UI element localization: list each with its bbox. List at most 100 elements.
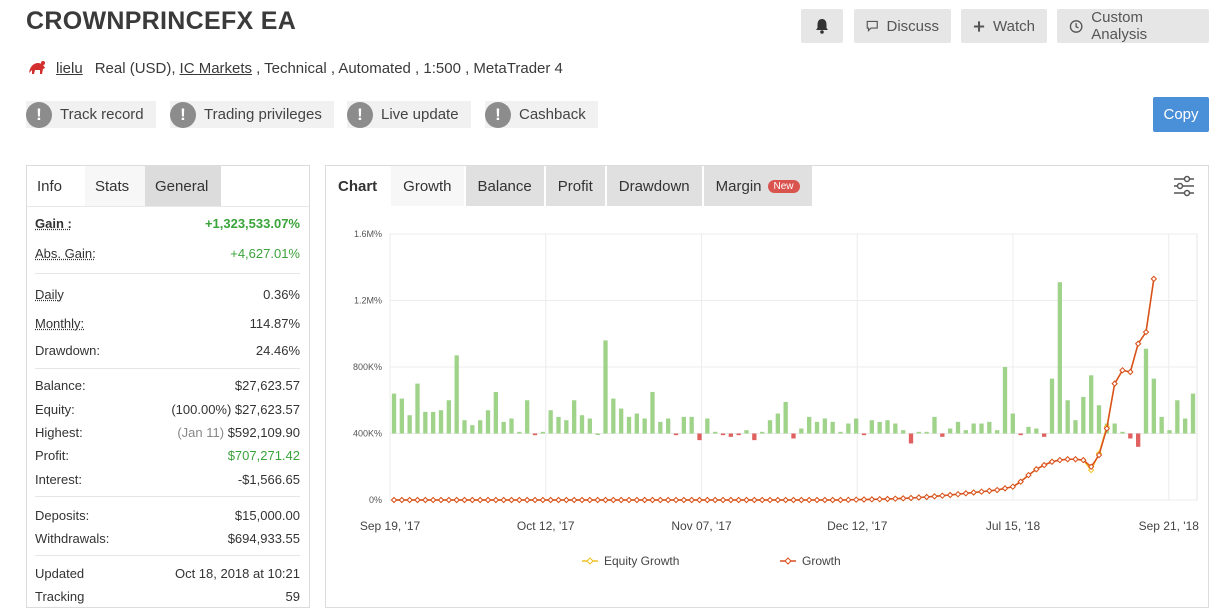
tab-growth[interactable]: Growth [391, 166, 464, 206]
bell-icon [816, 19, 828, 34]
chart-bar [525, 400, 530, 434]
chart-bar [948, 428, 953, 434]
chart-bar [681, 416, 686, 434]
page-title: CROWNPRINCEFX EA [26, 7, 297, 35]
stat-tracking: Tracking 59 [35, 589, 300, 604]
clock-icon [1069, 19, 1083, 33]
chart-bar [838, 431, 843, 434]
stat-value: +4,627.01% [230, 246, 300, 261]
stat-withdrawals: Withdrawals: $694,933.55 [35, 531, 300, 546]
account-type: Real (USD), [94, 59, 176, 77]
broker-link[interactable]: IC Markets [180, 60, 253, 77]
badge-label: Live update [381, 106, 459, 123]
chart-bar [423, 411, 428, 434]
stat-label[interactable]: Monthly: [35, 316, 84, 331]
chart-bar [979, 423, 984, 434]
stat-value: $694,933.55 [227, 531, 300, 546]
chart-bar [916, 431, 921, 434]
chart-bar [626, 416, 632, 434]
chart-bar [1010, 413, 1015, 434]
chart-bar [846, 423, 851, 434]
chart-bar [658, 421, 663, 434]
chart-bar [955, 421, 961, 434]
chart-bar [478, 420, 483, 434]
custom-analysis-label: Custom Analysis [1091, 9, 1148, 43]
badge-label: Track record [60, 106, 144, 123]
chart-bar [532, 433, 538, 436]
chart-bar [603, 340, 608, 434]
stat-label[interactable]: Daily [35, 287, 64, 302]
chart-bar [720, 433, 726, 436]
chart-bar [579, 415, 585, 434]
chart-bar [783, 401, 788, 434]
stat-profit: Profit: $707,271.42 [35, 448, 300, 463]
y-tick-label: 800K% [353, 362, 382, 372]
chart-bar [454, 355, 459, 434]
tab-chart[interactable]: Chart [326, 166, 390, 206]
chart-bar [673, 433, 679, 436]
chart-bar [940, 433, 945, 437]
stat-label: Deposits: [35, 508, 90, 523]
divider [35, 273, 300, 274]
stats-panel: Info Stats General Gain : +1,323,533.07%… [26, 165, 310, 608]
discuss-button[interactable]: Discuss [854, 9, 951, 43]
chart-bar [932, 416, 937, 434]
x-tick-label: Sep 21, '18 [1139, 519, 1200, 533]
chart-bar [689, 416, 694, 434]
badge-live-update[interactable]: ! Live update [347, 101, 471, 128]
tab-margin[interactable]: Margin New [703, 166, 812, 206]
badge-cashback[interactable]: ! Cashback [485, 101, 598, 128]
sliders-icon[interactable] [1172, 175, 1196, 197]
chart-bar [1065, 400, 1070, 434]
stat-value: 114.87% [249, 316, 300, 331]
chart-bar [971, 423, 976, 434]
badge-trading-privileges[interactable]: ! Trading privileges [170, 101, 334, 128]
account-details: , Technical , Automated , 1:500 , MetaTr… [256, 59, 563, 77]
chart-bar [807, 416, 812, 434]
tab-balance[interactable]: Balance [465, 166, 544, 206]
stat-monthly: Monthly: 114.87% [35, 316, 300, 331]
stat-value: $15,000.00 [234, 508, 300, 523]
tab-info[interactable]: Info [27, 166, 85, 206]
chart-bar [1073, 420, 1078, 434]
chart-bar [767, 420, 773, 434]
chart-bar [697, 433, 702, 441]
custom-analysis-button[interactable]: Custom Analysis [1057, 9, 1209, 43]
notify-button[interactable] [801, 9, 843, 43]
stat-label[interactable]: Abs. Gain: [35, 246, 96, 261]
user-link[interactable]: lielu [56, 60, 83, 77]
chart-bar [736, 433, 741, 436]
tab-general[interactable]: General [145, 166, 221, 206]
watch-button[interactable]: Watch [961, 9, 1047, 43]
chart-bar [399, 398, 404, 434]
growth-legend-marker [784, 557, 792, 565]
chart-bar [1034, 428, 1039, 434]
discuss-label: Discuss [886, 17, 939, 35]
chart-bar [1002, 367, 1008, 434]
chart-bar [1128, 433, 1133, 439]
chart-bar [1190, 393, 1196, 434]
tab-stats[interactable]: Stats [85, 166, 145, 206]
exclamation-icon: ! [485, 101, 511, 128]
badge-track-record[interactable]: ! Track record [26, 101, 156, 128]
chart-bar [1175, 400, 1180, 434]
account-meta: lielu Real (USD), IC Markets , Technical… [26, 57, 563, 79]
chart-bar [1096, 405, 1102, 434]
chart-bar [1112, 423, 1117, 434]
chart-bar [908, 433, 914, 444]
chart-bar [619, 408, 624, 434]
divider [35, 555, 300, 556]
stat-label: Drawdown: [35, 343, 101, 358]
chart-bar [830, 421, 835, 434]
stat-label: Interest: [35, 472, 82, 487]
tab-drawdown[interactable]: Drawdown [606, 166, 702, 206]
chart-bar [1049, 378, 1055, 434]
tab-profit[interactable]: Profit [545, 166, 605, 206]
stat-label[interactable]: Gain : [35, 216, 72, 231]
chart-bar [869, 420, 874, 434]
chart-bar [924, 431, 929, 434]
chart-bar [642, 418, 647, 434]
user-avatar-icon[interactable] [26, 57, 48, 79]
copy-button[interactable]: Copy [1153, 97, 1209, 132]
stat-value: +1,323,533.07% [204, 216, 300, 231]
